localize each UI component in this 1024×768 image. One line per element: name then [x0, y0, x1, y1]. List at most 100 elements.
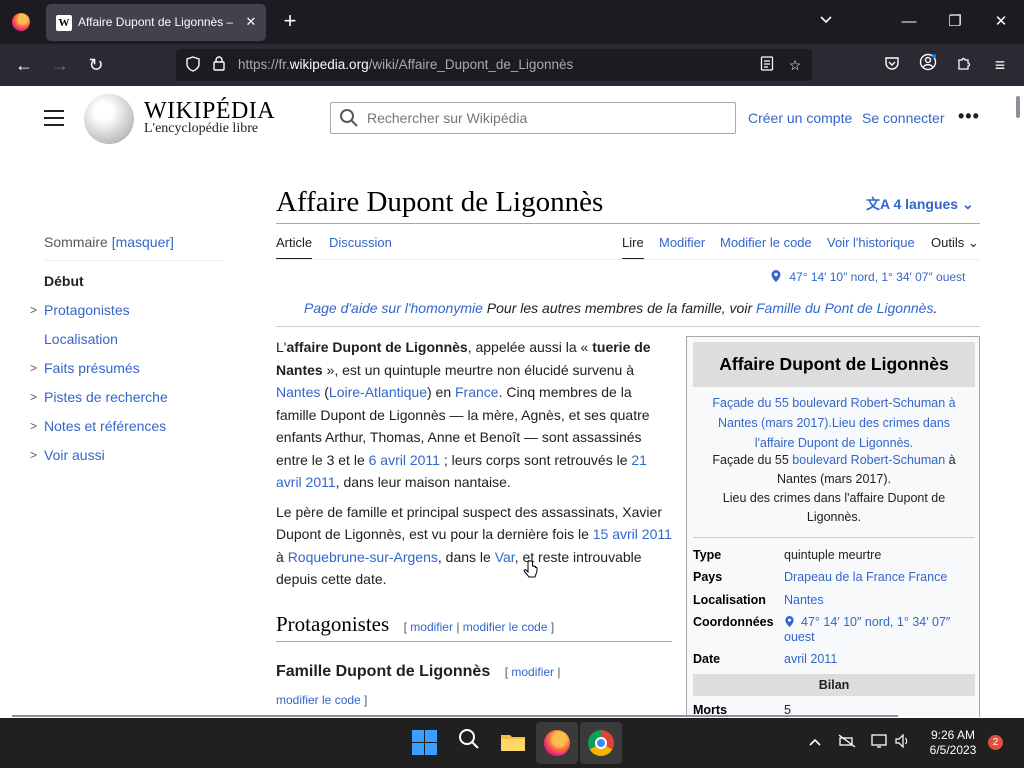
chevron-right-icon[interactable]: >: [30, 447, 37, 464]
account-icon[interactable]: [916, 53, 940, 77]
list-tabs-chevron-icon[interactable]: [814, 10, 838, 34]
toc-item-label[interactable]: Voir aussi: [44, 447, 105, 463]
tab-article[interactable]: Article: [276, 235, 313, 260]
toc-item-label[interactable]: Notes et références: [44, 418, 166, 434]
translate-icon: 文A: [866, 196, 890, 212]
file-explorer-icon[interactable]: [499, 728, 527, 756]
firefox-menu-icon[interactable]: [12, 13, 30, 31]
taskbar-firefox-button[interactable]: [536, 722, 578, 764]
bold-text: affaire Dupont de Ligonnès: [286, 339, 468, 355]
new-tab-button[interactable]: +: [278, 10, 302, 34]
toc-item-label[interactable]: Protagonistes: [44, 302, 130, 318]
browser-tab[interactable]: W Affaire Dupont de Ligonnès — Wikipédia…: [46, 4, 266, 41]
taskbar-search-icon[interactable]: [455, 728, 483, 756]
language-selector[interactable]: 文A 4 langues ⌄: [866, 194, 974, 214]
second-paragraph: Le père de famille et principal suspect …: [276, 501, 672, 591]
tab-edit[interactable]: Modifier: [659, 235, 705, 258]
toc-item-localisation[interactable]: Localisation: [44, 331, 224, 360]
maximize-window-button[interactable]: ❐: [943, 10, 967, 34]
chevron-right-icon[interactable]: >: [30, 389, 37, 406]
tabs-divider: [276, 259, 980, 260]
wikipedia-logo-globe-icon[interactable]: [84, 94, 134, 144]
taskbar-clock[interactable]: 9:26 AM 6/5/2023: [922, 728, 984, 758]
infobox-key: Localisation: [693, 593, 766, 607]
pocket-icon[interactable]: [880, 53, 904, 77]
toc-item-protagonistes[interactable]: > Protagonistes: [30, 302, 224, 331]
tools-menu[interactable]: Outils ⌄: [931, 235, 979, 259]
windows-start-icon[interactable]: [410, 728, 438, 756]
chevron-right-icon[interactable]: >: [30, 360, 37, 377]
search-input[interactable]: [367, 103, 727, 133]
main-menu-icon[interactable]: [44, 110, 64, 126]
tab-history[interactable]: Voir l'historique: [827, 235, 915, 258]
forward-button[interactable]: →: [48, 53, 72, 77]
hatnote-family-link[interactable]: Famille du Pont de Ligonnès: [756, 300, 933, 316]
infobox-value-link[interactable]: Drapeau de la France France: [784, 570, 974, 585]
url-text[interactable]: https://fr.wikipedia.org/wiki/Affaire_Du…: [238, 57, 573, 72]
edit-section-link[interactable]: modifier: [410, 620, 453, 634]
tab-read[interactable]: Lire: [622, 235, 644, 260]
infobox-image-link[interactable]: Façade du 55 boulevard Robert-Schuman à …: [699, 393, 969, 453]
horizontal-scrollbar[interactable]: [12, 715, 898, 717]
infobox-coordinates[interactable]: 47° 14′ 10″ nord, 1° 34′ 07″ ouest: [784, 615, 974, 645]
login-link[interactable]: Se connecter: [862, 110, 945, 126]
reader-view-icon[interactable]: [758, 56, 776, 74]
toc-hide-link[interactable]: [masquer]: [112, 234, 174, 250]
bookmark-star-icon[interactable]: ☆: [786, 56, 804, 74]
link-date[interactable]: 15 avril 2011: [593, 526, 672, 542]
infobox-value-link[interactable]: avril 2011: [784, 652, 974, 667]
infobox: Affaire Dupont de Ligonnès Façade du 55 …: [686, 336, 980, 717]
infobox-value-link[interactable]: 47° 14′ 10″ nord, 1° 34′ 07″ ouest: [784, 615, 950, 644]
close-tab-icon[interactable]: ✕: [242, 13, 260, 31]
disambiguation-help-link[interactable]: Page d'aide sur l'homonymie: [304, 300, 483, 316]
taskbar-chrome-button[interactable]: [580, 722, 622, 764]
chevron-right-icon[interactable]: >: [30, 302, 37, 319]
link-nantes[interactable]: Nantes: [276, 384, 320, 400]
tab-edit-source[interactable]: Modifier le code: [720, 235, 812, 258]
tracking-protection-shield-icon[interactable]: [184, 56, 202, 74]
link-france[interactable]: France: [455, 384, 499, 400]
link-roquebrune[interactable]: Roquebrune-sur-Argens: [288, 549, 438, 565]
infobox-value-link[interactable]: Nantes: [784, 593, 974, 608]
section-title: Protagonistes: [276, 612, 390, 636]
separator: |: [452, 620, 463, 634]
reload-button[interactable]: ↻: [84, 53, 108, 77]
clock-date: 6/5/2023: [929, 743, 977, 757]
app-menu-icon[interactable]: ≡: [988, 53, 1012, 77]
tray-display-icon[interactable]: [871, 734, 889, 751]
close-window-button[interactable]: ✕: [989, 10, 1013, 34]
extensions-puzzle-icon[interactable]: [952, 53, 976, 77]
tray-volume-icon[interactable]: [895, 733, 911, 751]
link-date[interactable]: 6 avril 2011: [369, 452, 440, 468]
create-account-link[interactable]: Créer un compte: [748, 110, 852, 126]
edit-section-link[interactable]: modifier: [511, 665, 554, 679]
edit-section-source-link[interactable]: modifier le code: [463, 620, 548, 634]
toc-item-notes[interactable]: > Notes et références: [30, 418, 224, 447]
minimize-window-button[interactable]: —: [897, 10, 921, 34]
toc-item-voir-aussi[interactable]: > Voir aussi: [30, 447, 224, 476]
lock-icon[interactable]: [210, 56, 228, 74]
vertical-scrollbar[interactable]: [1016, 96, 1020, 118]
tab-discussion[interactable]: Discussion: [329, 235, 392, 258]
toc-item-label[interactable]: Faits présumés: [44, 360, 140, 376]
search-icon: [340, 109, 358, 127]
toc-item-pistes[interactable]: > Pistes de recherche: [30, 389, 224, 418]
url-path: /wiki/Affaire_Dupont_de_Ligonnès: [368, 57, 574, 72]
link-boulevard[interactable]: boulevard Robert-Schuman: [792, 453, 945, 467]
link-var[interactable]: Var: [495, 549, 515, 565]
notification-badge[interactable]: 2: [988, 735, 1003, 750]
more-options-icon[interactable]: •••: [958, 106, 980, 127]
search-box[interactable]: [330, 102, 736, 134]
chevron-right-icon[interactable]: >: [30, 418, 37, 435]
toc-item-debut[interactable]: Début: [44, 273, 224, 302]
edit-section-source-link[interactable]: modifier le code: [276, 693, 361, 707]
tray-chevron-up-icon[interactable]: [808, 734, 822, 750]
coordinates-top[interactable]: 47° 14′ 10″ nord, 1° 34′ 07″ ouest: [770, 269, 965, 284]
toc-item-label[interactable]: Localisation: [44, 331, 118, 347]
link-loire-atlantique[interactable]: Loire-Atlantique: [329, 384, 427, 400]
tray-network-off-icon[interactable]: [838, 734, 856, 751]
back-button[interactable]: ←: [12, 53, 36, 77]
toc-item-faits[interactable]: > Faits présumés: [30, 360, 224, 389]
toc-item-label[interactable]: Pistes de recherche: [44, 389, 168, 405]
url-bar[interactable]: https://fr.wikipedia.org/wiki/Affaire_Du…: [176, 49, 812, 81]
